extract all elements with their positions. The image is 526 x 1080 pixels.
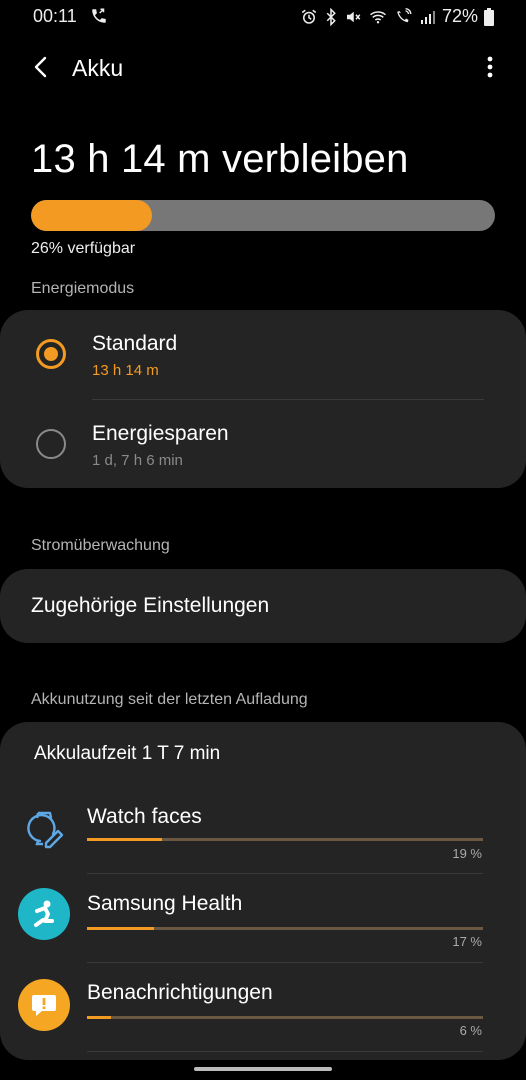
radio-energy-saving[interactable]: [36, 429, 66, 459]
mode-title: Energiesparen: [92, 422, 229, 445]
app-row-watch-faces[interactable]: Watch faces 19 %: [0, 784, 526, 872]
call-forward-icon: [92, 8, 106, 23]
available-percent: 26% verfügbar: [31, 240, 136, 257]
more-options-button[interactable]: [480, 52, 500, 82]
app-name: Benachrichtigungen: [87, 981, 273, 1004]
notification-icon: [18, 979, 70, 1031]
usage-bar-fill: [87, 838, 163, 841]
divider: [87, 1051, 483, 1052]
wifi-icon: [369, 10, 386, 23]
energy-mode-card: Standard 13 h 14 m Energiesparen 1 d, 7 …: [0, 310, 526, 488]
bluetooth-icon: [326, 7, 336, 26]
battery-runtime: Akkulaufzeit 1 T 7 min: [34, 743, 221, 764]
status-time: 00:11: [33, 6, 77, 26]
app-row-samsung-health[interactable]: Samsung Health 17 %: [0, 873, 526, 961]
section-label-energy-mode: Energiemodus: [31, 280, 135, 297]
related-settings-link[interactable]: Zugehörige Einstellungen: [31, 594, 269, 618]
usage-bar-fill: [87, 927, 155, 930]
usage-bar: [87, 1016, 483, 1019]
section-label-power-monitoring: Stromüberwachung: [31, 537, 170, 554]
usage-percent: 17 %: [452, 934, 482, 949]
section-label-usage: Akkunutzung seit der letzten Aufladung: [31, 691, 308, 708]
related-settings-card[interactable]: Zugehörige Einstellungen: [0, 569, 526, 643]
battery-percent: 72%: [441, 6, 478, 26]
app-name: Samsung Health: [87, 892, 243, 915]
mode-option-standard[interactable]: Standard 13 h 14 m: [0, 310, 526, 398]
radio-standard[interactable]: [36, 339, 66, 369]
status-icons: 72%: [300, 6, 494, 27]
usage-bar: [87, 838, 483, 841]
more-vert-icon: [487, 56, 493, 78]
usage-percent: 6 %: [459, 1023, 482, 1038]
mode-title: Standard: [92, 332, 178, 355]
usage-percent: 19 %: [452, 846, 482, 861]
alarm-icon: [301, 9, 317, 24]
remaining-time: 13 h 14 m verbleiben: [31, 137, 409, 181]
wifi-call-icon: [397, 7, 412, 22]
back-arrow-icon: [34, 56, 47, 78]
mode-subtitle: 13 h 14 m: [92, 362, 159, 379]
usage-bar-fill: [87, 1016, 111, 1019]
battery-level-bar: [31, 200, 495, 231]
page-title: Akku: [72, 55, 124, 81]
app-row-notifications[interactable]: Benachrichtigungen 6 %: [0, 962, 526, 1050]
app-name: Watch faces: [87, 805, 202, 828]
watch-face-icon: [18, 801, 70, 853]
app-bar: Akku: [0, 44, 526, 92]
usage-card: Akkulaufzeit 1 T 7 min Watch faces 19 %: [0, 722, 526, 1060]
battery-level-fill: [31, 200, 152, 231]
mode-subtitle: 1 d, 7 h 6 min: [92, 452, 183, 469]
battery-icon: [484, 7, 494, 26]
gesture-nav-handle[interactable]: [194, 1067, 332, 1071]
status-bar: 00:11 72%: [0, 0, 526, 34]
usage-bar: [87, 927, 483, 930]
mode-option-energy-saving[interactable]: Energiesparen 1 d, 7 h 6 min: [0, 400, 526, 488]
back-button[interactable]: [26, 52, 56, 82]
samsung-health-icon: [18, 888, 70, 940]
mute-icon: [346, 11, 361, 22]
signal-icon: [420, 10, 435, 24]
